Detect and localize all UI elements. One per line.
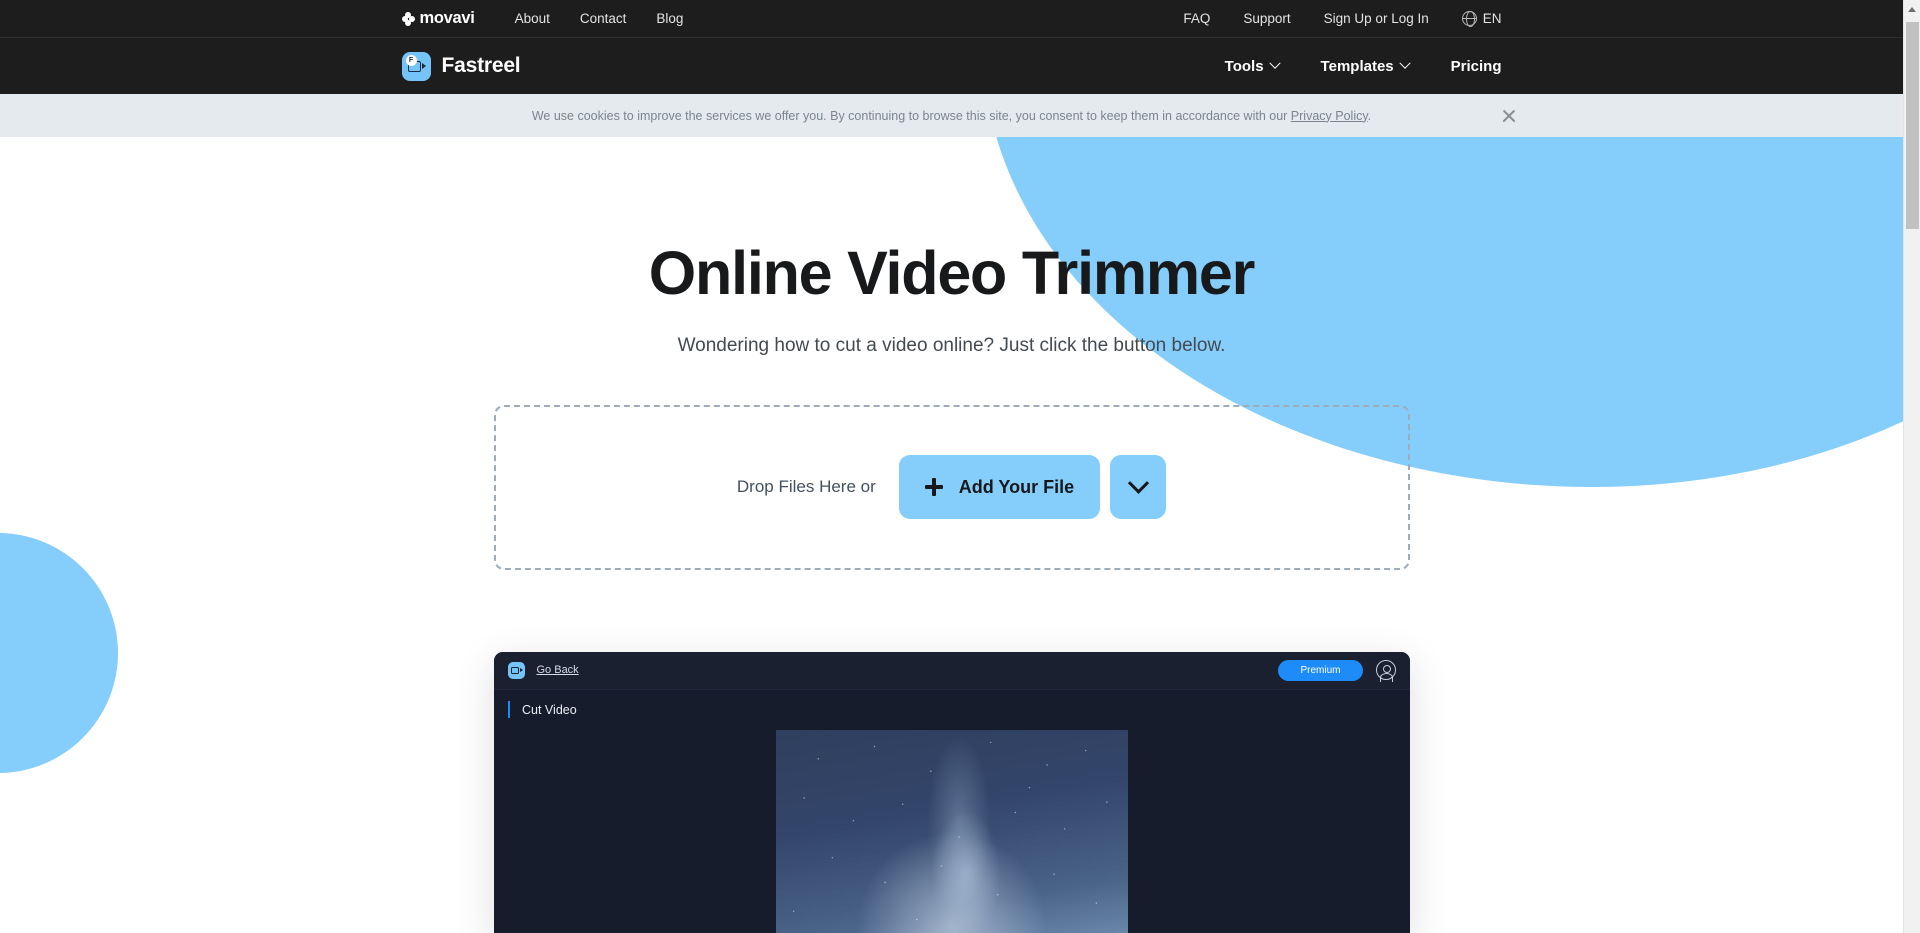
add-your-file-button[interactable]: Add Your File	[898, 455, 1101, 520]
main-header-inner: F Fastreel Tools Templates Pricing	[401, 38, 1502, 94]
main-header: F Fastreel Tools Templates Pricing	[0, 38, 1903, 94]
chevron-down-icon	[1398, 57, 1411, 69]
cookie-text-after: .	[1367, 108, 1372, 123]
utility-bar: movavi About Contact Blog FAQ Support Si…	[0, 0, 1903, 38]
nav-item-label: Templates	[1320, 57, 1394, 75]
hero-subtitle: Wondering how to cut a video online? Jus…	[677, 334, 1226, 356]
go-back-link[interactable]: Go Back	[537, 664, 579, 676]
nav-item-tools[interactable]: Tools	[1224, 57, 1281, 75]
fastreel-logo-badge: F	[405, 54, 417, 66]
close-icon[interactable]	[1500, 107, 1518, 125]
add-file-dropdown-button[interactable]	[1110, 455, 1167, 520]
utility-link-signup-login[interactable]: Sign Up or Log In	[1324, 11, 1429, 26]
app-preview-panel: Go Back Premium Cut Video	[493, 651, 1410, 933]
starfield-overlay	[775, 729, 1128, 933]
app-preview-topbar-right: Premium	[1278, 659, 1396, 682]
hero-title: Online Video Trimmer	[648, 239, 1256, 307]
hero-content: Online Video Trimmer Wondering how to cu…	[402, 239, 1502, 933]
utility-bar-right: FAQ Support Sign Up or Log In EN	[1150, 11, 1502, 27]
hero-section: Online Video Trimmer Wondering how to cu…	[0, 137, 1903, 933]
language-selector[interactable]: EN	[1461, 11, 1502, 27]
scroll-up-arrow-icon[interactable]	[1908, 7, 1916, 12]
fastreel-logo-icon: F	[401, 51, 431, 81]
browser-viewport: movavi About Contact Blog FAQ Support Si…	[0, 0, 1903, 933]
video-thumbnail[interactable]	[775, 729, 1128, 933]
decorative-circle-left	[0, 533, 118, 773]
premium-badge[interactable]: Premium	[1278, 659, 1363, 681]
utility-link-about[interactable]: About	[515, 11, 550, 26]
movavi-mark-icon	[401, 12, 415, 26]
nav-item-templates[interactable]: Templates	[1320, 57, 1411, 75]
plus-icon	[924, 478, 943, 497]
movavi-logo[interactable]: movavi	[401, 9, 475, 28]
app-preview-section-header: Cut Video	[494, 690, 1410, 730]
add-file-button-label: Add Your File	[958, 476, 1075, 497]
utility-link-contact[interactable]: Contact	[580, 11, 627, 26]
app-preview-topbar: Go Back Premium	[493, 651, 1410, 690]
utility-link-blog[interactable]: Blog	[656, 11, 683, 26]
utility-bar-inner: movavi About Contact Blog FAQ Support Si…	[401, 0, 1502, 37]
fastreel-logo-icon[interactable]	[507, 661, 525, 679]
browser-scrollbar[interactable]	[1903, 0, 1920, 933]
utility-link-faq[interactable]: FAQ	[1183, 11, 1210, 26]
nav-item-label: Pricing	[1450, 57, 1502, 75]
nav-item-pricing[interactable]: Pricing	[1451, 58, 1502, 75]
page-title: Fastreel	[441, 54, 521, 77]
globe-icon	[1461, 11, 1477, 27]
dropzone-label: Drop Files Here or	[736, 477, 876, 497]
cookie-consent-banner: We use cookies to improve the services w…	[0, 94, 1903, 137]
section-accent-bar	[507, 701, 510, 719]
page-root: movavi About Contact Blog FAQ Support Si…	[0, 0, 1920, 933]
chevron-down-icon	[1268, 57, 1281, 69]
chevron-down-icon	[1127, 472, 1149, 494]
cookie-consent-text: We use cookies to improve the services w…	[532, 109, 1371, 123]
user-avatar-icon[interactable]	[1375, 660, 1396, 682]
language-code: EN	[1482, 11, 1502, 26]
nav-item-label: Tools	[1224, 57, 1264, 75]
scroll-thumb[interactable]	[1906, 22, 1919, 229]
app-section-title: Cut Video	[522, 702, 577, 717]
primary-nav: Tools Templates Pricing	[1183, 58, 1502, 75]
movavi-wordmark: movavi	[419, 9, 475, 27]
cookie-text-before: We use cookies to improve the services w…	[531, 108, 1291, 123]
video-preview-stage	[493, 729, 1410, 933]
fastreel-brand[interactable]: F Fastreel	[401, 51, 521, 81]
file-dropzone[interactable]: Drop Files Here or Add Your File	[493, 404, 1410, 570]
utility-link-support[interactable]: Support	[1243, 11, 1290, 26]
privacy-policy-link[interactable]: Privacy Policy	[1291, 109, 1368, 123]
